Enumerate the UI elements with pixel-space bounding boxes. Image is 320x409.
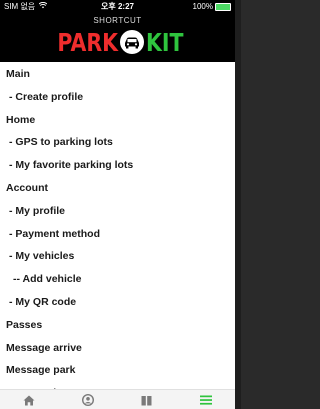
menu-item[interactable]: - Payment method [0, 223, 235, 246]
tab-menu[interactable] [186, 390, 226, 409]
shortcut-menu: Main - Create profile Home - GPS to parking… [0, 63, 235, 405]
menu-item[interactable]: - My favorite parking lots [0, 154, 235, 177]
header-subtitle: SHORTCUT [93, 16, 142, 25]
logo-text-kit: KIT [145, 27, 184, 57]
tab-profile[interactable] [68, 390, 108, 409]
menu-item[interactable]: Home [0, 109, 235, 132]
menu-item[interactable]: -- Add vehicle [0, 268, 235, 291]
app-screen: SIM 없음 오후 2:27 100% SHORTCUT PARK KIT Ma… [0, 0, 235, 409]
home-icon [23, 395, 35, 405]
menu-item[interactable]: Message park [0, 359, 235, 382]
tab-home[interactable] [9, 390, 49, 409]
menu-item[interactable]: Passes [0, 314, 235, 337]
status-battery: 100% [193, 0, 231, 14]
device-bezel [235, 0, 241, 409]
menu-item[interactable]: Account [0, 177, 235, 200]
tab-bar [0, 389, 235, 409]
user-icon [82, 394, 95, 406]
menu-item[interactable]: Message arrive [0, 337, 235, 360]
book-icon [141, 395, 152, 405]
car-icon [119, 30, 144, 54]
status-bar: SIM 없음 오후 2:27 100% [0, 0, 235, 14]
menu-item[interactable]: - My vehicles [0, 245, 235, 268]
logo-text-park: PARK [56, 27, 118, 57]
tab-passes[interactable] [127, 390, 167, 409]
menu-item[interactable]: Main [0, 63, 235, 86]
menu-item[interactable]: - GPS to parking lots [0, 131, 235, 154]
menu-item[interactable]: - My QR code [0, 291, 235, 314]
menu-item[interactable]: - My profile [0, 200, 235, 223]
menu-item[interactable]: - Create profile [0, 86, 235, 109]
app-header: SIM 없음 오후 2:27 100% SHORTCUT PARK KIT [0, 0, 235, 62]
app-logo: PARK KIT [0, 26, 235, 58]
battery-percent: 100% [192, 2, 213, 11]
menu-icon [199, 395, 212, 405]
battery-icon [215, 3, 231, 11]
